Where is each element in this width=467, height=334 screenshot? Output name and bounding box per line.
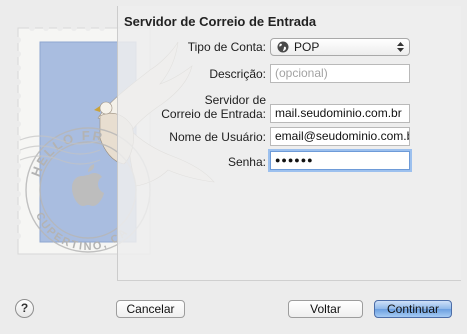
password-label: Senha:: [227, 155, 266, 169]
password-field[interactable]: ●●●●●●: [270, 151, 410, 170]
back-button[interactable]: Voltar: [288, 300, 363, 318]
dialog-title: Servidor de Correio de Entrada: [124, 14, 317, 29]
incoming-server-field[interactable]: mail.seudominio.com.br: [270, 104, 410, 123]
server-label-line1: Servidor de: [204, 93, 266, 107]
account-type-popup[interactable]: POP: [270, 38, 410, 56]
username-field[interactable]: email@seudominio.com.br: [270, 127, 410, 146]
cancel-button[interactable]: Cancelar: [116, 300, 185, 318]
account-type-value: POP: [294, 40, 320, 54]
description-label: Descrição:: [209, 67, 266, 81]
account-type-label: Tipo de Conta:: [187, 40, 266, 54]
globe-icon: [277, 41, 289, 53]
popup-arrows-icon: [397, 42, 404, 52]
server-label-line2: Correio de Entrada:: [161, 107, 266, 121]
continue-button[interactable]: Continuar: [374, 300, 452, 318]
help-button[interactable]: ?: [15, 299, 34, 318]
username-label: Nome de Usuário:: [169, 130, 266, 144]
description-field[interactable]: (opcional): [270, 64, 410, 83]
